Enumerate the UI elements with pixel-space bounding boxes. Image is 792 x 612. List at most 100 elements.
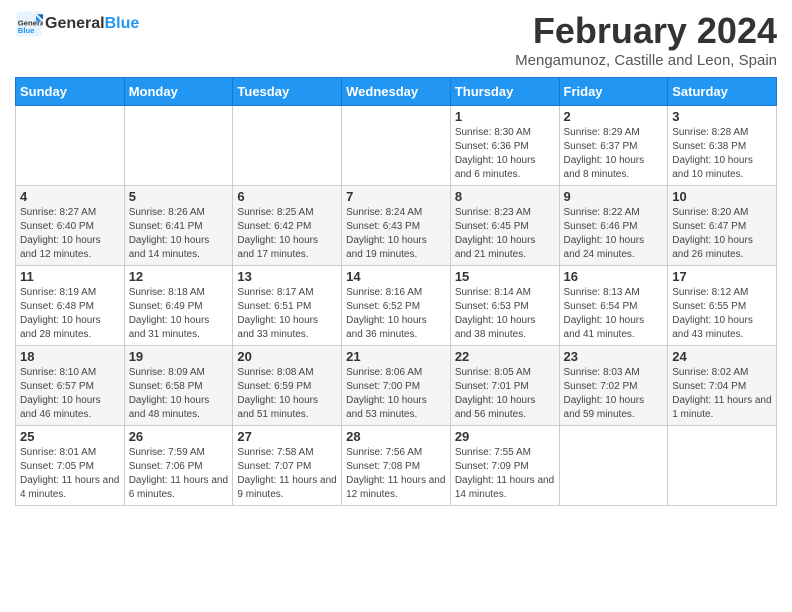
calendar-week-row: 25 Sunrise: 8:01 AM Sunset: 7:05 PM Dayli… xyxy=(16,426,777,506)
calendar-cell: 19 Sunrise: 8:09 AM Sunset: 6:58 PM Dayli… xyxy=(124,346,233,426)
day-info: Sunrise: 7:59 AM Sunset: 7:06 PM Dayligh… xyxy=(129,446,229,502)
calendar-cell: 8 Sunrise: 8:23 AM Sunset: 6:45 PM Daylig… xyxy=(450,186,559,266)
calendar-day-header: Thursday xyxy=(450,78,559,106)
day-info: Sunrise: 8:03 AM Sunset: 7:02 PM Dayligh… xyxy=(564,366,664,422)
svg-text:Blue: Blue xyxy=(18,26,35,35)
day-info: Sunrise: 8:05 AM Sunset: 7:01 PM Dayligh… xyxy=(455,366,555,422)
day-number: 19 xyxy=(129,349,229,364)
day-number: 10 xyxy=(672,189,772,204)
title-block: February 2024 Mengamunoz, Castille and L… xyxy=(515,10,777,69)
day-info: Sunrise: 7:56 AM Sunset: 7:08 PM Dayligh… xyxy=(346,446,446,502)
calendar-cell: 12 Sunrise: 8:18 AM Sunset: 6:49 PM Dayli… xyxy=(124,266,233,346)
day-number: 4 xyxy=(20,189,120,204)
calendar-cell: 3Sunrise: 8:28 AM Sunset: 6:38 PM Daylig… xyxy=(668,106,777,186)
day-info: Sunrise: 8:10 AM Sunset: 6:57 PM Dayligh… xyxy=(20,366,120,422)
calendar-week-row: 1 Sunrise: 8:30 AM Sunset: 6:36 PM Daylig… xyxy=(16,106,777,186)
day-number: 12 xyxy=(129,269,229,284)
day-number: 7 xyxy=(346,189,446,204)
day-info: Sunrise: 8:24 AM Sunset: 6:43 PM Dayligh… xyxy=(346,206,446,262)
calendar-day-header: Sunday xyxy=(16,78,125,106)
day-info: Sunrise: 8:18 AM Sunset: 6:49 PM Dayligh… xyxy=(129,286,229,342)
calendar: SundayMondayTuesdayWednesdayThursdayFrid… xyxy=(15,77,777,506)
day-number: 23 xyxy=(564,349,664,364)
calendar-cell: 23 Sunrise: 8:03 AM Sunset: 7:02 PM Dayli… xyxy=(559,346,668,426)
calendar-cell: 15 Sunrise: 8:14 AM Sunset: 6:53 PM Dayli… xyxy=(450,266,559,346)
day-number: 8 xyxy=(455,189,555,204)
day-number: 21 xyxy=(346,349,446,364)
logo-icon: General Blue xyxy=(15,10,43,38)
day-number: 13 xyxy=(237,269,337,284)
calendar-day-header: Friday xyxy=(559,78,668,106)
day-number: 2 xyxy=(564,109,664,124)
day-info: Sunrise: 8:08 AM Sunset: 6:59 PM Dayligh… xyxy=(237,366,337,422)
calendar-cell: 11 Sunrise: 8:19 AM Sunset: 6:48 PM Dayli… xyxy=(16,266,125,346)
day-number: 11 xyxy=(20,269,120,284)
calendar-cell: 10 Sunrise: 8:20 AM Sunset: 6:47 PM Dayli… xyxy=(668,186,777,266)
calendar-cell xyxy=(342,106,451,186)
day-info: Sunrise: 8:25 AM Sunset: 6:42 PM Dayligh… xyxy=(237,206,337,262)
calendar-day-header: Tuesday xyxy=(233,78,342,106)
calendar-cell: 26 Sunrise: 7:59 AM Sunset: 7:06 PM Dayli… xyxy=(124,426,233,506)
calendar-cell: 7 Sunrise: 8:24 AM Sunset: 6:43 PM Daylig… xyxy=(342,186,451,266)
main-title: February 2024 xyxy=(515,10,777,52)
day-info: Sunrise: 8:28 AM Sunset: 6:38 PM Dayligh… xyxy=(672,126,772,182)
day-info: Sunrise: 8:19 AM Sunset: 6:48 PM Dayligh… xyxy=(20,286,120,342)
day-number: 17 xyxy=(672,269,772,284)
day-info: Sunrise: 8:12 AM Sunset: 6:55 PM Dayligh… xyxy=(672,286,772,342)
day-number: 1 xyxy=(455,109,555,124)
day-number: 25 xyxy=(20,429,120,444)
calendar-cell xyxy=(124,106,233,186)
calendar-cell xyxy=(559,426,668,506)
subtitle: Mengamunoz, Castille and Leon, Spain xyxy=(515,52,777,69)
calendar-cell: 6 Sunrise: 8:25 AM Sunset: 6:42 PM Daylig… xyxy=(233,186,342,266)
day-number: 16 xyxy=(564,269,664,284)
calendar-day-header: Wednesday xyxy=(342,78,451,106)
day-number: 18 xyxy=(20,349,120,364)
day-info: Sunrise: 7:55 AM Sunset: 7:09 PM Dayligh… xyxy=(455,446,555,502)
day-info: Sunrise: 8:13 AM Sunset: 6:54 PM Dayligh… xyxy=(564,286,664,342)
calendar-cell: 18 Sunrise: 8:10 AM Sunset: 6:57 PM Dayli… xyxy=(16,346,125,426)
page: General Blue General Blue February 2024 … xyxy=(0,0,792,612)
day-number: 26 xyxy=(129,429,229,444)
day-number: 28 xyxy=(346,429,446,444)
day-info: Sunrise: 8:29 AM Sunset: 6:37 PM Dayligh… xyxy=(564,126,664,182)
calendar-cell xyxy=(16,106,125,186)
day-info: Sunrise: 8:06 AM Sunset: 7:00 PM Dayligh… xyxy=(346,366,446,422)
calendar-cell: 28 Sunrise: 7:56 AM Sunset: 7:08 PM Dayli… xyxy=(342,426,451,506)
day-number: 6 xyxy=(237,189,337,204)
day-number: 15 xyxy=(455,269,555,284)
day-info: Sunrise: 8:14 AM Sunset: 6:53 PM Dayligh… xyxy=(455,286,555,342)
calendar-cell: 9 Sunrise: 8:22 AM Sunset: 6:46 PM Daylig… xyxy=(559,186,668,266)
calendar-cell: 13Sunrise: 8:17 AM Sunset: 6:51 PM Dayli… xyxy=(233,266,342,346)
day-info: Sunrise: 8:01 AM Sunset: 7:05 PM Dayligh… xyxy=(20,446,120,502)
calendar-week-row: 18 Sunrise: 8:10 AM Sunset: 6:57 PM Dayli… xyxy=(16,346,777,426)
day-number: 22 xyxy=(455,349,555,364)
calendar-day-header: Monday xyxy=(124,78,233,106)
calendar-cell: 1 Sunrise: 8:30 AM Sunset: 6:36 PM Daylig… xyxy=(450,106,559,186)
day-info: Sunrise: 8:22 AM Sunset: 6:46 PM Dayligh… xyxy=(564,206,664,262)
header: General Blue General Blue February 2024 … xyxy=(15,10,777,69)
day-info: Sunrise: 8:27 AM Sunset: 6:40 PM Dayligh… xyxy=(20,206,120,262)
logo-text-general: General xyxy=(45,15,105,33)
day-number: 20 xyxy=(237,349,337,364)
day-number: 9 xyxy=(564,189,664,204)
calendar-cell: 21 Sunrise: 8:06 AM Sunset: 7:00 PM Dayli… xyxy=(342,346,451,426)
day-number: 24 xyxy=(672,349,772,364)
calendar-cell: 4 Sunrise: 8:27 AM Sunset: 6:40 PM Daylig… xyxy=(16,186,125,266)
day-info: Sunrise: 8:09 AM Sunset: 6:58 PM Dayligh… xyxy=(129,366,229,422)
day-info: Sunrise: 8:16 AM Sunset: 6:52 PM Dayligh… xyxy=(346,286,446,342)
day-info: Sunrise: 7:58 AM Sunset: 7:07 PM Dayligh… xyxy=(237,446,337,502)
calendar-cell: 14 Sunrise: 8:16 AM Sunset: 6:52 PM Dayli… xyxy=(342,266,451,346)
day-info: Sunrise: 8:23 AM Sunset: 6:45 PM Dayligh… xyxy=(455,206,555,262)
calendar-cell xyxy=(233,106,342,186)
calendar-cell: 5Sunrise: 8:26 AM Sunset: 6:41 PM Daylig… xyxy=(124,186,233,266)
calendar-cell: 27Sunrise: 7:58 AM Sunset: 7:07 PM Dayli… xyxy=(233,426,342,506)
calendar-cell: 29Sunrise: 7:55 AM Sunset: 7:09 PM Dayli… xyxy=(450,426,559,506)
day-info: Sunrise: 8:20 AM Sunset: 6:47 PM Dayligh… xyxy=(672,206,772,262)
calendar-cell: 24Sunrise: 8:02 AM Sunset: 7:04 PM Dayli… xyxy=(668,346,777,426)
day-info: Sunrise: 8:30 AM Sunset: 6:36 PM Dayligh… xyxy=(455,126,555,182)
calendar-header-row: SundayMondayTuesdayWednesdayThursdayFrid… xyxy=(16,78,777,106)
calendar-cell: 2 Sunrise: 8:29 AM Sunset: 6:37 PM Daylig… xyxy=(559,106,668,186)
calendar-cell: 25 Sunrise: 8:01 AM Sunset: 7:05 PM Dayli… xyxy=(16,426,125,506)
day-number: 14 xyxy=(346,269,446,284)
